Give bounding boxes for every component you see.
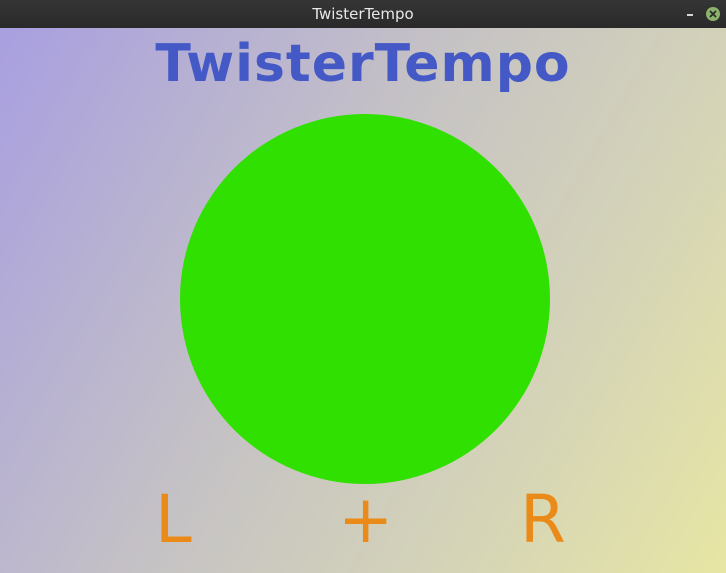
window-title: TwisterTempo [312, 5, 414, 23]
app-heading: TwisterTempo [155, 34, 571, 94]
add-button[interactable]: + [338, 480, 393, 560]
left-button[interactable]: L [155, 480, 192, 560]
close-icon[interactable] [706, 7, 720, 21]
window-controls [682, 6, 720, 22]
main-content: TwisterTempo L + R [0, 28, 726, 573]
right-button[interactable]: R [520, 480, 566, 560]
minimize-icon[interactable] [682, 6, 698, 22]
app-window: TwisterTempo TwisterTempo L + R [0, 0, 726, 573]
titlebar: TwisterTempo [0, 0, 726, 28]
tempo-circle[interactable] [180, 114, 550, 484]
